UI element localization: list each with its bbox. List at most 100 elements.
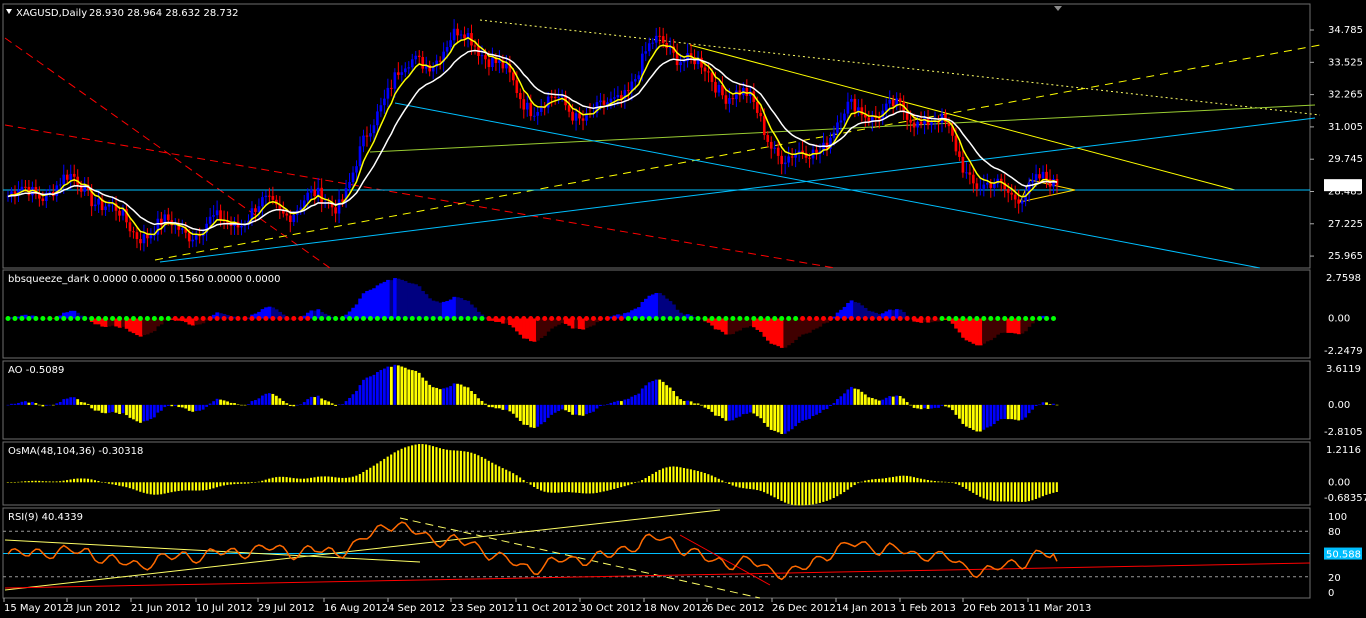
trading-chart[interactable]: XAGUSD,Daily 28.930 28.964 28.632 28.732… bbox=[0, 0, 1366, 618]
bbsqueeze-bar bbox=[1013, 318, 1018, 334]
osma-bar bbox=[309, 477, 313, 483]
price-bar bbox=[487, 59, 491, 68]
ao-bar bbox=[201, 404, 205, 410]
ao-bar bbox=[978, 404, 982, 432]
osma-bar bbox=[424, 444, 428, 483]
osma-bar bbox=[299, 478, 302, 483]
ao-bar bbox=[1045, 402, 1048, 405]
ao-bar bbox=[177, 404, 181, 408]
rsi-tick-label: 20 bbox=[1328, 573, 1341, 584]
price-bar bbox=[728, 98, 731, 104]
osma-bar bbox=[961, 482, 964, 487]
price-bar bbox=[417, 55, 421, 58]
price-bar bbox=[421, 57, 425, 69]
ao-bar bbox=[365, 377, 369, 405]
osma-bar bbox=[529, 482, 532, 485]
ao-bar bbox=[693, 403, 696, 405]
price-bar bbox=[769, 141, 773, 149]
osma-bar bbox=[337, 477, 340, 483]
price-bar bbox=[832, 132, 836, 138]
price-bar bbox=[365, 135, 369, 137]
ao-bar bbox=[647, 382, 651, 405]
ao-bar bbox=[58, 401, 62, 405]
osma-bar bbox=[675, 466, 679, 483]
squeeze-dot bbox=[26, 315, 32, 321]
bbsqueeze-bar bbox=[765, 318, 770, 341]
osma-bar bbox=[707, 474, 710, 483]
osma-bar bbox=[104, 482, 107, 483]
ao-bar bbox=[1038, 404, 1041, 406]
ao-bar bbox=[874, 399, 878, 405]
osma-bar bbox=[797, 482, 800, 506]
ao-bar bbox=[944, 404, 947, 407]
time-tick-label: 1 Feb 2013 bbox=[900, 603, 956, 614]
osma-bar bbox=[968, 482, 971, 491]
ao-bar bbox=[930, 404, 933, 409]
osma-bar bbox=[296, 478, 299, 483]
osma-bar bbox=[41, 481, 44, 483]
squeeze-dot bbox=[911, 315, 917, 321]
ao-bar bbox=[923, 404, 926, 409]
bbsqueeze-bar bbox=[776, 318, 781, 347]
indicator-tick-label: 2.7598 bbox=[1326, 273, 1361, 284]
osma-bar bbox=[121, 482, 124, 487]
ao-bar bbox=[1024, 404, 1028, 418]
squeeze-dot bbox=[779, 315, 785, 321]
ao-bar bbox=[665, 385, 669, 405]
ao-bar bbox=[184, 404, 188, 409]
bbsqueeze-bar bbox=[654, 293, 659, 319]
ao-bar bbox=[111, 404, 114, 412]
osma-bar bbox=[763, 482, 766, 493]
ao-bar bbox=[797, 404, 801, 423]
ao-bar bbox=[961, 404, 965, 424]
osma-bar bbox=[76, 478, 79, 483]
osma-bar bbox=[776, 482, 780, 500]
price-bar bbox=[65, 174, 69, 180]
squeeze-dot bbox=[123, 315, 129, 321]
osma-bar bbox=[689, 469, 692, 483]
ao-label: AO -0.5089 bbox=[8, 365, 64, 376]
price-bar bbox=[762, 116, 766, 136]
bbsqueeze-bar bbox=[445, 300, 450, 319]
ao-bar bbox=[466, 387, 470, 405]
ao-bar bbox=[428, 384, 432, 405]
bbsqueeze-bar bbox=[539, 318, 544, 339]
price-bar bbox=[654, 35, 658, 43]
price-bar bbox=[553, 96, 557, 98]
squeeze-dot bbox=[117, 315, 123, 321]
ao-bar bbox=[811, 404, 815, 417]
osma-bar bbox=[567, 482, 570, 493]
ao-bar bbox=[766, 404, 770, 427]
indicator-tick-label: -2.8105 bbox=[1324, 427, 1363, 438]
price-bar bbox=[369, 133, 372, 137]
bbsqueeze-bar bbox=[396, 278, 401, 319]
ao-bar bbox=[323, 400, 327, 405]
osma-bar bbox=[811, 482, 814, 505]
osma-bar bbox=[208, 482, 212, 490]
osma-bar bbox=[386, 456, 389, 483]
time-tick-label: 30 Oct 2012 bbox=[580, 603, 642, 614]
price-bar bbox=[853, 98, 857, 112]
ao-bar bbox=[152, 404, 156, 418]
ao-bar bbox=[804, 404, 808, 420]
osma-bar bbox=[878, 478, 881, 483]
ao-bar bbox=[288, 404, 292, 407]
price-bar bbox=[867, 117, 871, 122]
osma-bar bbox=[536, 482, 539, 489]
ao-bar bbox=[912, 404, 916, 408]
bbsqueeze-bar bbox=[581, 318, 586, 330]
osma-bar bbox=[341, 477, 344, 483]
osma-bar bbox=[292, 478, 295, 483]
price-bar bbox=[219, 210, 222, 221]
bbsqueeze-bar bbox=[535, 318, 540, 341]
squeeze-dot bbox=[409, 315, 415, 321]
osma-bar bbox=[498, 466, 501, 483]
osma-bar bbox=[543, 482, 546, 492]
osma-bar bbox=[156, 482, 159, 495]
price-tick-label: 25.965 bbox=[1328, 251, 1363, 262]
ao-bar bbox=[90, 404, 94, 409]
bbsqueeze-bar bbox=[441, 301, 446, 319]
osma-bar bbox=[271, 477, 274, 483]
price-bar bbox=[912, 122, 916, 128]
bbsqueeze-bar bbox=[769, 318, 774, 344]
